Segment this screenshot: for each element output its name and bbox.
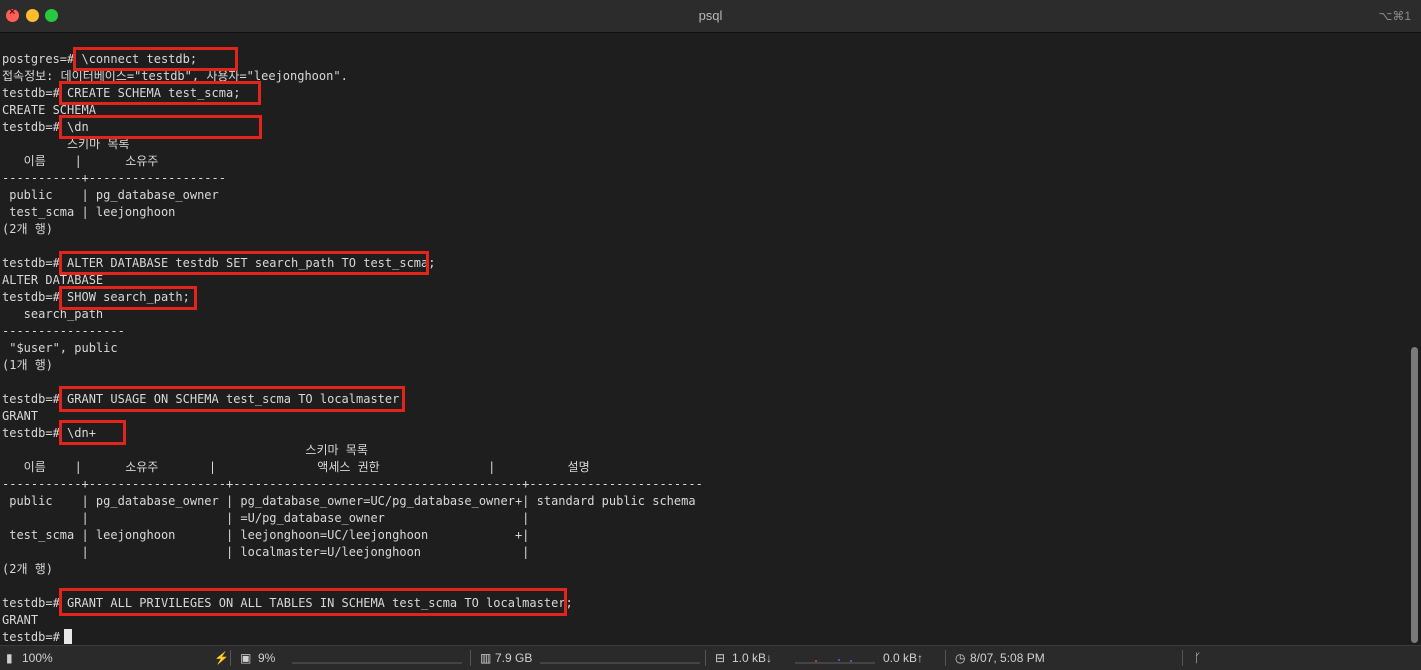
- datetime-value: 8/07, 5:08 PM: [970, 651, 1045, 665]
- scrollbar-thumb[interactable]: [1411, 347, 1418, 643]
- git-branch-icon: ᚴ: [1194, 651, 1202, 665]
- terminal-line: (2개 행): [2, 222, 53, 236]
- terminal-window: psql ⌥⌘1 postgres=# \connect testdb; 접속정…: [0, 0, 1421, 670]
- terminal-output[interactable]: postgres=# \connect testdb; 접속정보: 데이터베이스…: [0, 33, 1408, 646]
- cpu-graph: [292, 662, 462, 664]
- memory-value: 7.9 GB: [495, 651, 533, 665]
- terminal-line: 이름 | 소유주 | 액세스 권한 | 설명: [2, 460, 590, 474]
- terminal-line: test_scma | leejonghoon | leejonghoon=UC…: [2, 528, 530, 542]
- highlight-box-dn-plus: [59, 420, 126, 445]
- battery-icon: ▮: [6, 651, 13, 665]
- terminal-line: | | =U/pg_database_owner |: [2, 511, 530, 525]
- highlight-box-grant-usage: [59, 386, 405, 412]
- terminal-line: | | localmaster=U/leejonghoon |: [2, 545, 530, 559]
- network-down-value: 1.0 kB↓: [732, 651, 773, 665]
- terminal-line: public | pg_database_owner | pg_database…: [2, 494, 696, 508]
- cpu-icon: ▣: [240, 651, 252, 665]
- power-icon: ⚡: [214, 651, 229, 665]
- terminal-line: 이름 | 소유주: [2, 154, 159, 168]
- terminal-line: testdb=#: [2, 630, 68, 644]
- network-up-value: 0.0 kB↑: [883, 651, 924, 665]
- terminal-line: (2개 행): [2, 562, 53, 576]
- terminal-line: GRANT: [2, 613, 39, 627]
- terminal-line: -----------------: [2, 324, 125, 338]
- status-bar: ▮ 100% ⚡ ▣ 9% ▥ 7.9 GB ⊟ 1.0 kB↓ 0.0 kB↑…: [0, 645, 1421, 670]
- highlight-box-grant-all-privileges: [59, 588, 567, 616]
- memory-icon: ▥: [480, 651, 492, 665]
- terminal-line: "$user", public: [2, 341, 118, 355]
- memory-graph: [540, 662, 700, 664]
- title-bar[interactable]: psql ⌥⌘1: [0, 0, 1421, 33]
- terminal-line: (1개 행): [2, 358, 53, 372]
- network-icon: ⊟: [715, 651, 726, 665]
- battery-value: 100%: [22, 651, 53, 665]
- clock-icon: ◷: [955, 651, 966, 665]
- terminal-line: 스키마 목록: [2, 443, 368, 457]
- highlight-box-dn: [59, 115, 262, 139]
- window-shortcut: ⌥⌘1: [1378, 9, 1411, 23]
- terminal-line: -----------+-------------------+--------…: [2, 477, 703, 491]
- terminal-line: public | pg_database_owner: [2, 188, 219, 202]
- text-cursor: [64, 629, 72, 644]
- vertical-scrollbar[interactable]: [1408, 33, 1421, 646]
- highlight-box-connect: [73, 47, 238, 71]
- highlight-box-show-search-path: [59, 286, 197, 310]
- highlight-box-alter-database: [59, 251, 429, 275]
- terminal-line: GRANT: [2, 409, 39, 423]
- terminal-line: test_scma | leejonghoon: [2, 205, 176, 219]
- window-title: psql: [698, 8, 723, 23]
- network-graph: [795, 662, 875, 664]
- highlight-box-create-schema: [59, 81, 261, 105]
- cpu-value: 9%: [258, 651, 276, 665]
- terminal-line: -----------+-------------------: [2, 171, 226, 185]
